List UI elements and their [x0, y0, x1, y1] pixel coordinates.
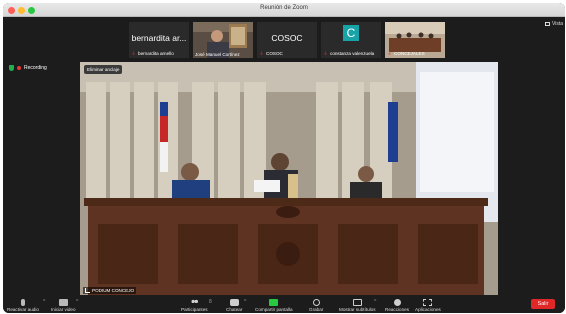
mic-muted-icon: ⏚	[323, 51, 329, 57]
participant-caption-text: CONCEJALES	[394, 51, 425, 56]
unpin-button[interactable]: Eliminar anclaje	[84, 65, 123, 74]
apps-label: Aplicaciones	[415, 307, 441, 312]
chat-label: Chatear	[226, 307, 243, 312]
security-shield-icon	[9, 65, 14, 71]
recording-dot-icon	[17, 66, 21, 70]
record-button[interactable]: Grabar	[309, 299, 323, 312]
camera-off-icon	[58, 299, 68, 306]
participants-icon	[189, 299, 199, 306]
participant-display-name: COSOC	[271, 33, 303, 43]
chat-bubble-icon	[229, 299, 239, 306]
participant-caption: José Manuel Cortínez	[195, 52, 240, 57]
participant-tile-constanza[interactable]: C ⏚ constanza valenzuela	[321, 22, 381, 58]
unmute-audio-label: Reactivar audio	[7, 307, 39, 312]
apps-icon	[423, 299, 433, 306]
signal-icon	[85, 288, 90, 293]
pinned-video[interactable]: Eliminar anclaje PODIUM CONCEJO	[80, 62, 498, 296]
participant-caption: ⏚ bernardita arnello	[131, 50, 174, 57]
mic-muted-icon: ⏚	[387, 51, 393, 57]
participant-caption: ⏚ CONCEJALES	[387, 50, 425, 57]
zoom-window: Reunión de Zoom bernardita ar... ⏚ berna…	[3, 3, 565, 313]
reactions-label: Reacciones	[385, 307, 410, 312]
record-icon	[312, 299, 320, 306]
reactions-icon	[393, 299, 401, 306]
unmute-audio-button[interactable]: Reactivar audio	[7, 299, 39, 312]
meeting-controls: Reactivar audio ^ Iniciar video ^ Partic…	[3, 295, 565, 313]
speaker-name-text: PODIUM CONCEJO	[92, 288, 135, 293]
participant-tile-jose[interactable]: José Manuel Cortínez	[193, 22, 253, 58]
start-video-button[interactable]: Iniciar video	[51, 299, 76, 312]
participant-strip: bernardita ar... ⏚ bernardita arnello Jo…	[3, 17, 565, 63]
reactions-button[interactable]: Reacciones	[385, 299, 409, 312]
window-title: Reunión de Zoom	[260, 5, 308, 11]
captions-options-chevron-icon[interactable]: ^	[374, 299, 376, 305]
leave-button[interactable]: Salir	[531, 299, 555, 309]
participant-caption: ⏚ constanza valenzuela	[323, 50, 374, 57]
title-bar: Reunión de Zoom	[3, 3, 565, 17]
participants-count: 8	[209, 299, 212, 305]
video-options-chevron-icon[interactable]: ^	[76, 299, 78, 305]
view-button-label: Vista	[551, 21, 563, 27]
share-screen-button[interactable]: Compartir pantalla	[255, 299, 293, 312]
participants-button[interactable]: Participantes	[181, 299, 208, 312]
participant-caption: ⏚ COSOC	[259, 50, 283, 57]
speaker-name-label: PODIUM CONCEJO	[83, 287, 137, 294]
mic-muted-icon: ⏚	[259, 51, 265, 57]
participant-display-name: bernardita ar...	[131, 33, 187, 43]
chat-button[interactable]: Chatear	[226, 299, 242, 312]
share-screen-icon	[269, 299, 279, 306]
participants-label: Participantes	[181, 307, 208, 312]
start-video-label: Iniciar video	[51, 307, 76, 312]
participant-caption-text: COSOC	[266, 51, 283, 56]
audio-options-chevron-icon[interactable]: ^	[43, 299, 45, 305]
apps-button[interactable]: Aplicaciones	[415, 299, 441, 312]
participant-caption-text: José Manuel Cortínez	[195, 52, 240, 57]
captions-label: Mostrar subtítulos	[339, 307, 376, 312]
captions-button[interactable]: Mostrar subtítulos	[339, 299, 376, 312]
participant-tile-bernardita[interactable]: bernardita ar... ⏚ bernardita arnello	[129, 22, 189, 58]
mic-muted-icon: ⏚	[131, 51, 137, 57]
participant-tile-cosoc[interactable]: COSOC ⏚ COSOC	[257, 22, 317, 58]
participant-avatar: C	[343, 25, 359, 41]
view-button[interactable]: Vista	[544, 21, 563, 27]
record-label: Grabar	[309, 307, 324, 312]
participant-tile-concejales[interactable]: ⏚ CONCEJALES	[385, 22, 445, 58]
captions-icon	[352, 299, 362, 306]
share-screen-label: Compartir pantalla	[255, 307, 293, 312]
recording-label: Recording	[24, 65, 47, 71]
participant-caption-text: constanza valenzuela	[330, 51, 375, 56]
council-chamber-video	[80, 62, 498, 296]
microphone-off-icon	[20, 299, 25, 306]
chat-options-chevron-icon[interactable]: ^	[244, 299, 246, 305]
grid-view-icon	[544, 22, 550, 26]
recording-indicator[interactable]: Recording	[9, 65, 47, 71]
participant-caption-text: bernardita arnello	[138, 51, 174, 56]
